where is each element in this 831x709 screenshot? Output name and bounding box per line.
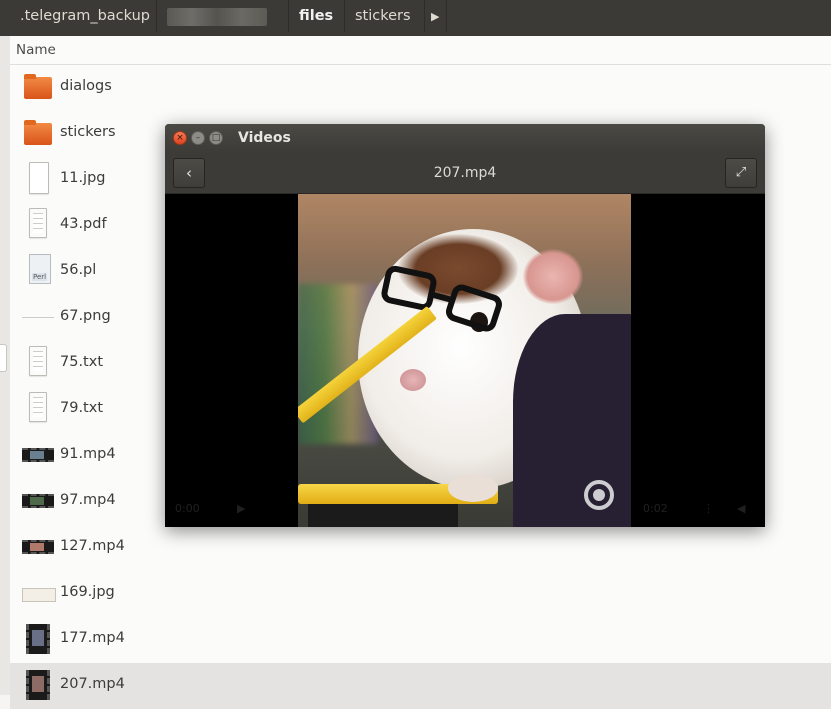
playback-controls: 0:00 ▶ 0:02 ⋮ ◀ — [165, 494, 765, 527]
redacted-blur — [167, 8, 267, 26]
file-name: 79.txt — [60, 400, 104, 416]
path-bar: .telegram_backup files stickers ▶ — [0, 0, 831, 37]
list-header: Name — [10, 36, 831, 65]
text-file-icon — [22, 346, 54, 378]
minimize-button[interactable]: – — [191, 131, 205, 145]
breadcrumb-redacted[interactable] — [157, 0, 289, 32]
breadcrumb-telegram-backup[interactable]: .telegram_backup — [10, 0, 157, 32]
videos-window: × – □ Videos ‹ 207.mp4 ⤢ 0:00 ▶ 0:02 ⋮ ◀ — [165, 124, 765, 527]
file-name: stickers — [60, 124, 116, 140]
video-frame[interactable] — [298, 194, 631, 527]
list-item-selected[interactable]: 207.mp4 — [10, 663, 831, 709]
volume-icon[interactable]: ◀ — [737, 502, 745, 515]
list-item[interactable]: dialogs — [10, 65, 831, 111]
breadcrumb-next-button[interactable]: ▶ — [425, 0, 447, 32]
time-start: 0:00 — [175, 502, 200, 515]
file-name: 75.txt — [60, 354, 104, 370]
text-file-icon — [22, 392, 54, 424]
file-name: 43.pdf — [60, 216, 107, 232]
video-thumbnail-icon — [22, 442, 54, 470]
chevron-right-icon: ▶ — [431, 10, 440, 23]
video-title: 207.mp4 — [433, 165, 497, 181]
sidebar-handle[interactable] — [0, 344, 7, 372]
fullscreen-icon: ⤢ — [735, 165, 747, 180]
guinea-pig-ear — [523, 249, 583, 304]
file-name: 56.pl — [60, 262, 97, 278]
header-bar: ‹ 207.mp4 ⤢ — [165, 153, 765, 194]
file-name: 91.mp4 — [60, 446, 116, 462]
file-name: dialogs — [60, 78, 112, 94]
list-item[interactable]: 127.mp4 — [10, 525, 831, 571]
maximize-button[interactable]: □ — [209, 131, 223, 145]
image-file-icon — [22, 304, 54, 332]
image-file-icon — [22, 162, 54, 194]
pdf-file-icon — [22, 208, 54, 240]
breadcrumb-files[interactable]: files — [289, 0, 345, 32]
window-title: Videos — [238, 130, 291, 146]
menu-icon[interactable]: ⋮ — [703, 502, 714, 515]
folder-icon — [22, 120, 54, 148]
guinea-pig-nose — [400, 369, 426, 391]
file-name: 97.mp4 — [60, 492, 116, 508]
perl-file-icon: Perl — [22, 254, 54, 286]
list-item[interactable]: 177.mp4 — [10, 617, 831, 663]
file-name: 67.png — [60, 308, 111, 324]
fullscreen-button[interactable]: ⤢ — [725, 158, 757, 188]
play-icon[interactable]: ▶ — [237, 502, 245, 515]
image-thumbnail-icon — [22, 580, 56, 608]
file-name: 11.jpg — [60, 170, 106, 186]
time-end: 0:02 — [643, 502, 668, 515]
folder-icon — [22, 74, 54, 102]
column-header-name[interactable]: Name — [16, 42, 56, 58]
video-thumbnail-icon — [22, 624, 54, 654]
window-titlebar[interactable]: × – □ Videos — [165, 124, 765, 153]
video-thumbnail-icon — [22, 670, 54, 700]
file-name: 169.jpg — [60, 584, 115, 600]
file-name: 177.mp4 — [60, 630, 125, 646]
file-name: 207.mp4 — [60, 676, 125, 692]
file-name: 127.mp4 — [60, 538, 125, 554]
video-thumbnail-icon — [22, 534, 54, 562]
list-item[interactable]: 169.jpg — [10, 571, 831, 617]
video-thumbnail-icon — [22, 488, 54, 516]
breadcrumb-stickers[interactable]: stickers — [345, 0, 425, 32]
close-button[interactable]: × — [173, 131, 187, 145]
